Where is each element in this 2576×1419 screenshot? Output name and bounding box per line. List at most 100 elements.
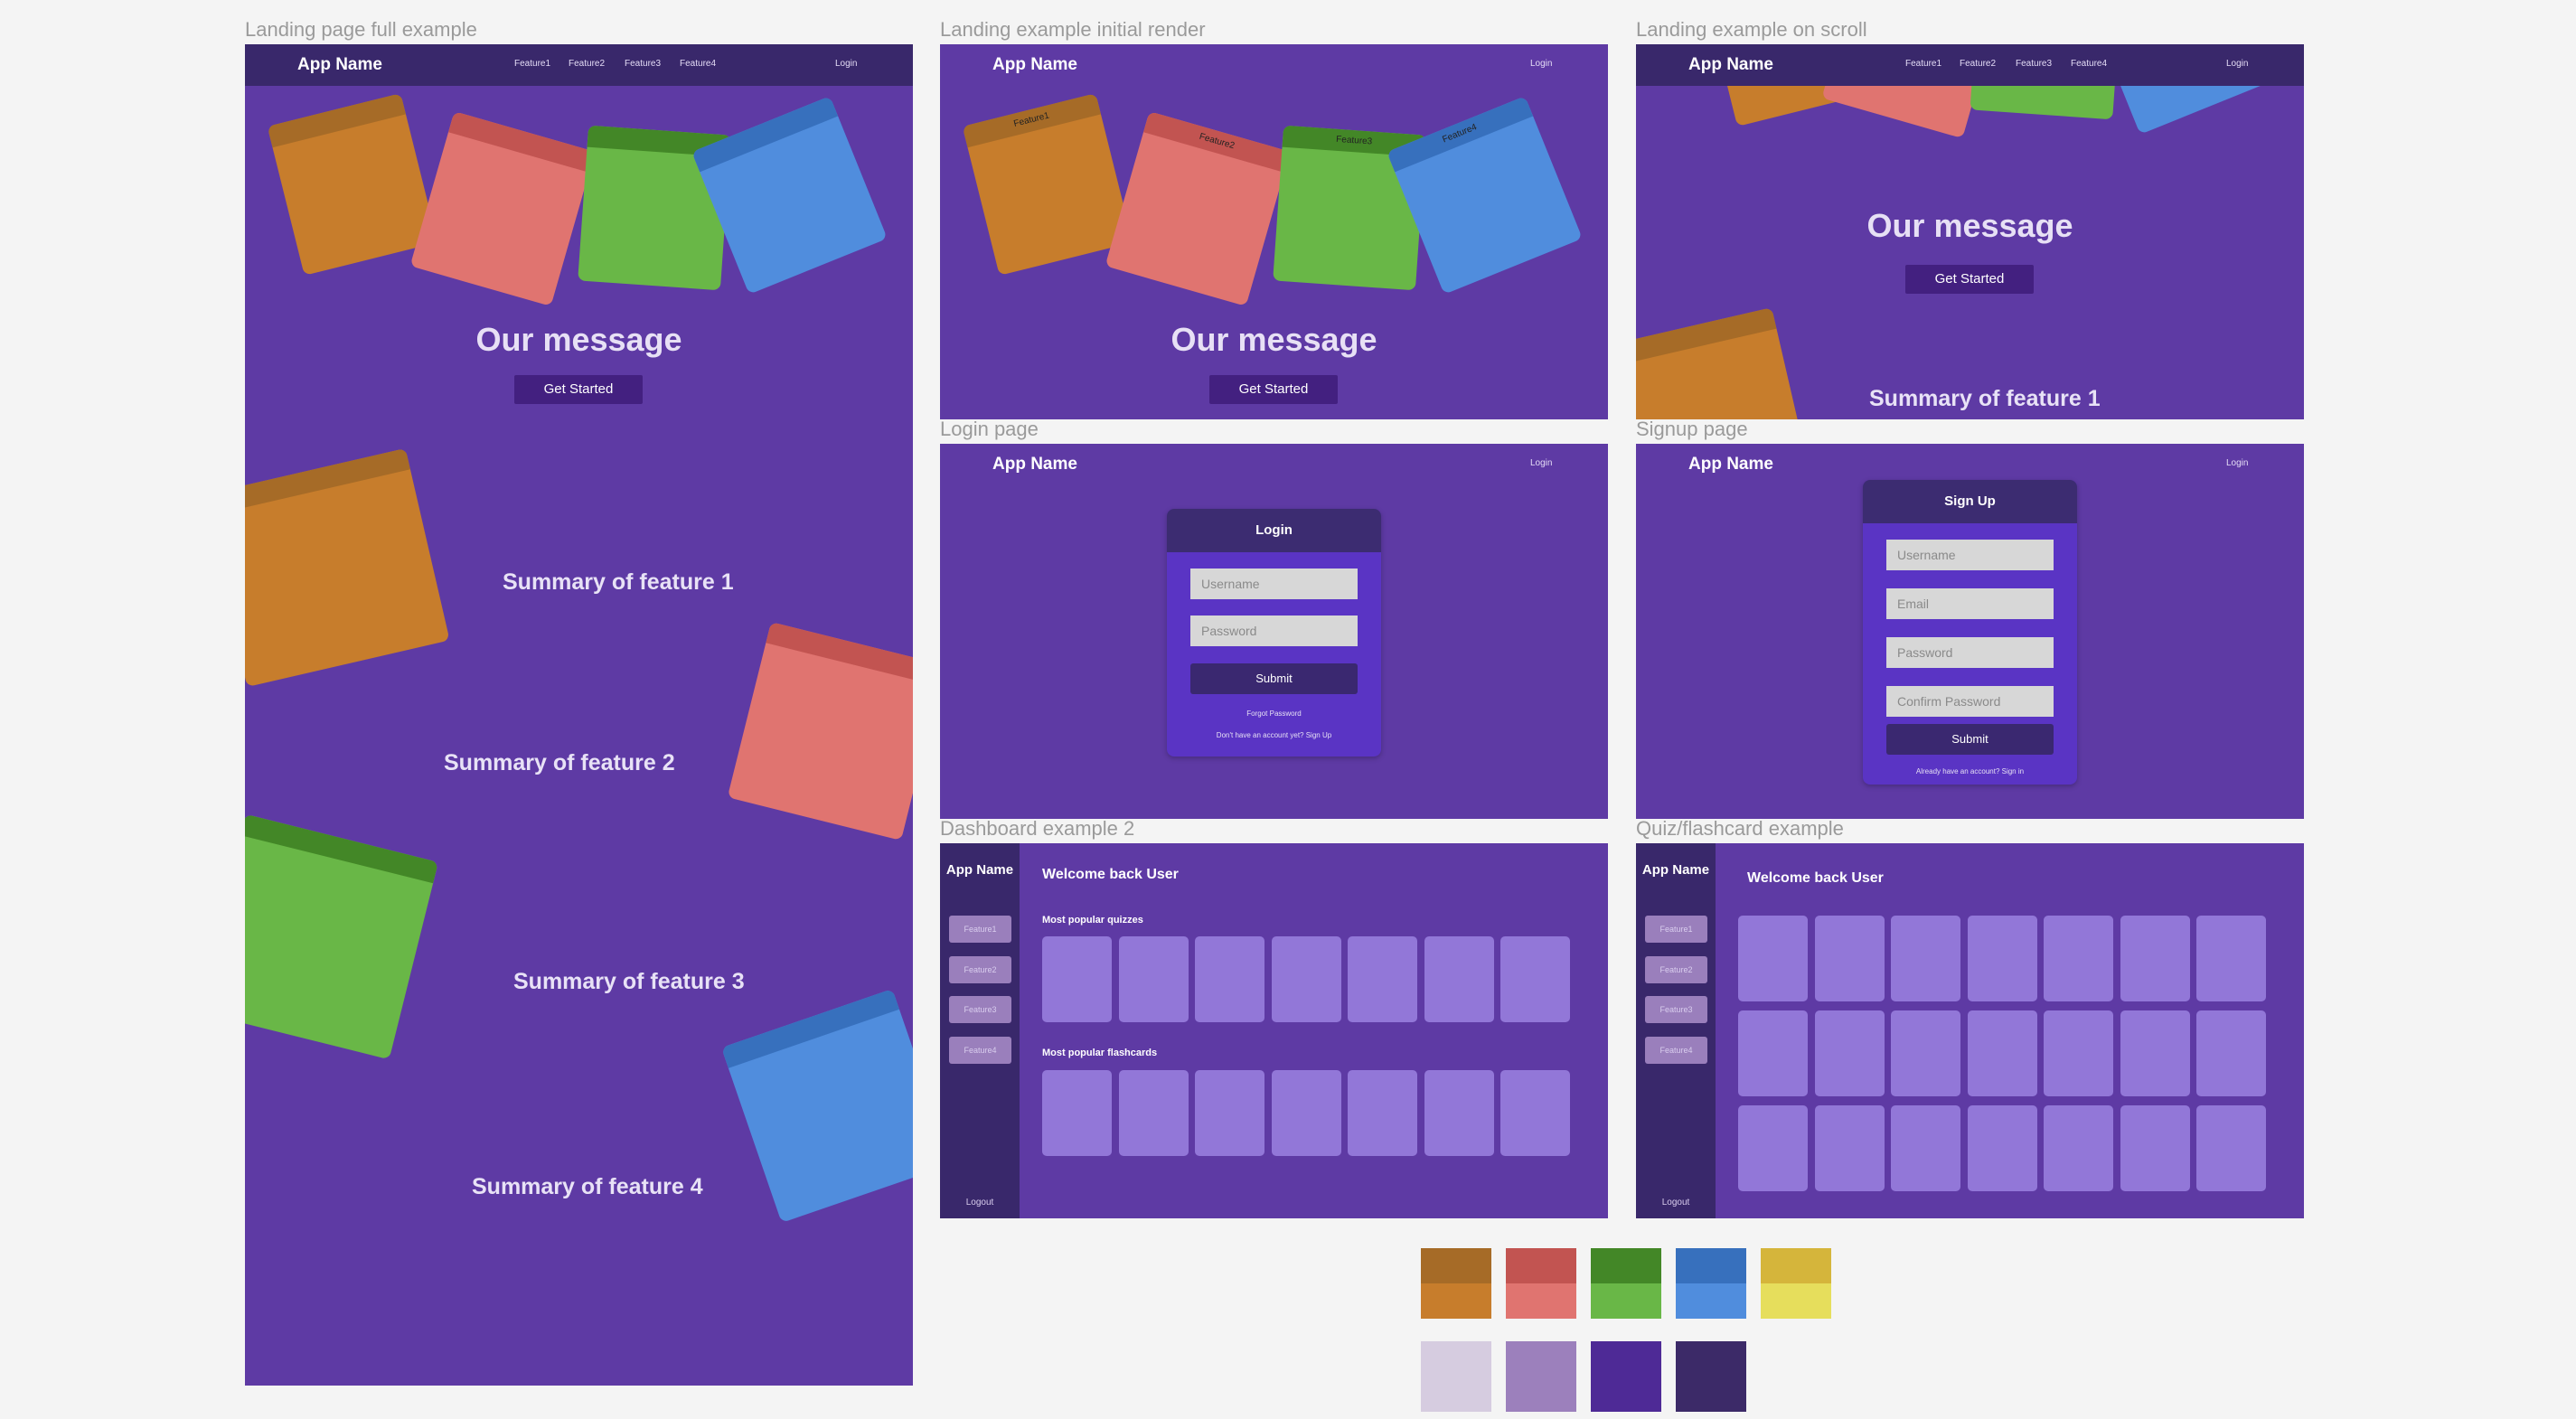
username-field[interactable]: Username bbox=[1190, 569, 1358, 599]
flashcard-tile[interactable] bbox=[2044, 1105, 2113, 1191]
signup-link[interactable]: Don't have an account yet? Sign Up bbox=[1167, 731, 1381, 739]
sidebar-app-name[interactable]: App Name bbox=[940, 861, 1020, 879]
flashcard-tile[interactable] bbox=[2120, 1010, 2190, 1096]
quiz-tile[interactable] bbox=[1195, 1070, 1264, 1156]
welcome-heading: Welcome back User bbox=[1747, 870, 1884, 886]
flashcard-tile[interactable] bbox=[2196, 1010, 2266, 1096]
nav-feature1[interactable]: Feature1 bbox=[1905, 59, 1941, 69]
get-started-button[interactable]: Get Started bbox=[514, 375, 643, 404]
nav-feature3[interactable]: Feature3 bbox=[625, 59, 661, 69]
nav-login[interactable]: Login bbox=[1530, 59, 1552, 69]
nav-login[interactable]: Login bbox=[2226, 458, 2248, 468]
sidebar-item-feature1[interactable]: Feature1 bbox=[949, 916, 1011, 943]
logout-button[interactable]: Logout bbox=[940, 1198, 1020, 1208]
quiz-tile[interactable] bbox=[1118, 1070, 1189, 1156]
nav-login[interactable]: Login bbox=[1530, 458, 1552, 468]
top-nav: App Name Feature1 Feature2 Feature3 Feat… bbox=[245, 44, 913, 86]
sidebar-app-name[interactable]: App Name bbox=[1636, 861, 1716, 879]
nav-feature3[interactable]: Feature3 bbox=[2016, 59, 2052, 69]
forgot-password-link[interactable]: Forgot Password bbox=[1167, 710, 1381, 718]
quiz-tile[interactable] bbox=[1042, 1070, 1112, 1156]
nav-feature1[interactable]: Feature1 bbox=[514, 59, 550, 69]
quiz-tile[interactable] bbox=[1500, 936, 1570, 1022]
flashcard-tile[interactable] bbox=[1738, 1010, 1808, 1096]
quiz-tile[interactable] bbox=[1424, 1070, 1494, 1156]
quiz-tile[interactable] bbox=[1042, 936, 1112, 1022]
nav-login[interactable]: Login bbox=[2226, 59, 2248, 69]
flashcard-tile[interactable] bbox=[1814, 1105, 1885, 1191]
feature-card-red bbox=[727, 622, 913, 841]
sidebar-item-feature4[interactable]: Feature4 bbox=[949, 1037, 1011, 1064]
confirm-password-field[interactable]: Confirm Password bbox=[1886, 686, 2054, 717]
quiz-tile[interactable] bbox=[1118, 936, 1189, 1022]
flashcard-tile[interactable] bbox=[2120, 916, 2190, 1001]
flashcard-tile[interactable] bbox=[1967, 1010, 2037, 1096]
color-swatch bbox=[1676, 1248, 1746, 1319]
feature-card-orange[interactable] bbox=[267, 93, 438, 276]
password-field[interactable]: Password bbox=[1190, 616, 1358, 646]
welcome-heading: Welcome back User bbox=[1042, 867, 1179, 882]
flashcards-heading: Most popular flashcards bbox=[1042, 1048, 1158, 1058]
sidebar-item-feature1[interactable]: Feature1 bbox=[1645, 916, 1707, 943]
flashcard-tile[interactable] bbox=[1891, 916, 1960, 1001]
sidebar-item-feature2[interactable]: Feature2 bbox=[949, 956, 1011, 983]
get-started-button[interactable]: Get Started bbox=[1905, 265, 2034, 294]
password-field[interactable]: Password bbox=[1886, 637, 2054, 668]
app-name[interactable]: App Name bbox=[1688, 455, 1773, 475]
sidebar-item-feature2[interactable]: Feature2 bbox=[1645, 956, 1707, 983]
frame-label-signup: Signup page bbox=[1636, 418, 1748, 440]
flashcard-tile[interactable] bbox=[2196, 1105, 2266, 1191]
quiz-tile[interactable] bbox=[1348, 936, 1417, 1022]
signup-title: Sign Up bbox=[1863, 480, 2077, 523]
sidebar-item-feature3[interactable]: Feature3 bbox=[1645, 996, 1707, 1023]
app-name[interactable]: App Name bbox=[297, 55, 382, 75]
quiz-tile[interactable] bbox=[1500, 1070, 1570, 1156]
nav-feature4[interactable]: Feature4 bbox=[2071, 59, 2107, 69]
quiz-tile[interactable] bbox=[1271, 936, 1341, 1022]
get-started-button[interactable]: Get Started bbox=[1209, 375, 1338, 404]
summary-feature-4: Summary of feature 4 bbox=[472, 1174, 703, 1199]
color-swatch bbox=[1761, 1248, 1831, 1319]
color-swatch bbox=[1506, 1248, 1576, 1319]
sidebar-item-feature3[interactable]: Feature3 bbox=[949, 996, 1011, 1023]
app-name[interactable]: App Name bbox=[992, 55, 1077, 75]
sidebar-item-feature4[interactable]: Feature4 bbox=[1645, 1037, 1707, 1064]
flashcard-tile[interactable] bbox=[2044, 916, 2113, 1001]
feature-card-red[interactable]: Feature2 bbox=[1105, 111, 1291, 306]
color-swatch bbox=[1421, 1341, 1491, 1412]
submit-button[interactable]: Submit bbox=[1886, 724, 2054, 755]
summary-feature-3: Summary of feature 3 bbox=[513, 969, 745, 994]
signin-link[interactable]: Already have an account? Sign in bbox=[1863, 767, 2077, 775]
nav-feature2[interactable]: Feature2 bbox=[569, 59, 605, 69]
quiz-tile[interactable] bbox=[1195, 936, 1264, 1022]
flashcard-tile[interactable] bbox=[2196, 916, 2266, 1001]
feature-card-orange bbox=[1636, 307, 1813, 419]
flashcard-tile[interactable] bbox=[1891, 1010, 1960, 1096]
nav-login[interactable]: Login bbox=[835, 59, 857, 69]
landing-scroll-frame: App Name Feature1 Feature2 Feature3 Feat… bbox=[1636, 44, 2304, 419]
nav-feature4[interactable]: Feature4 bbox=[680, 59, 716, 69]
color-swatch bbox=[1591, 1248, 1661, 1319]
flashcard-tile[interactable] bbox=[1967, 1105, 2037, 1191]
app-name[interactable]: App Name bbox=[1688, 55, 1773, 75]
flashcard-tile[interactable] bbox=[1738, 916, 1808, 1001]
frame-label-landing-scroll: Landing example on scroll bbox=[1636, 18, 1867, 41]
nav-feature2[interactable]: Feature2 bbox=[1960, 59, 1996, 69]
email-field[interactable]: Email bbox=[1886, 588, 2054, 619]
submit-button[interactable]: Submit bbox=[1190, 663, 1358, 694]
flashcard-tile[interactable] bbox=[1814, 916, 1885, 1001]
quiz-tile[interactable] bbox=[1424, 936, 1494, 1022]
flashcard-tile[interactable] bbox=[2120, 1105, 2190, 1191]
logout-button[interactable]: Logout bbox=[1636, 1198, 1716, 1208]
flashcard-tile[interactable] bbox=[1967, 916, 2037, 1001]
feature-card-red[interactable] bbox=[409, 111, 596, 306]
app-name[interactable]: App Name bbox=[992, 455, 1077, 475]
quiz-tile[interactable] bbox=[1348, 1070, 1417, 1156]
flashcard-tile[interactable] bbox=[2044, 1010, 2113, 1096]
flashcard-tile[interactable] bbox=[1814, 1010, 1885, 1096]
flashcard-tile[interactable] bbox=[1738, 1105, 1808, 1191]
flashcard-tile[interactable] bbox=[1891, 1105, 1960, 1191]
quiz-tile[interactable] bbox=[1271, 1070, 1341, 1156]
username-field[interactable]: Username bbox=[1886, 540, 2054, 570]
feature-card-orange[interactable]: Feature1 bbox=[962, 93, 1133, 276]
